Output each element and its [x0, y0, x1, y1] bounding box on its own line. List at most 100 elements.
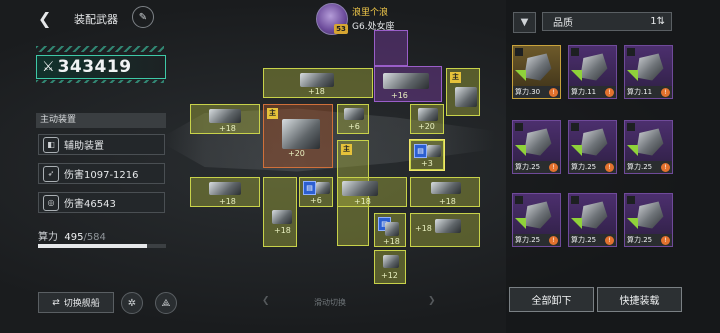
weapon-icon [383, 73, 429, 89]
module-chip-icon: ▤ [303, 181, 316, 195]
corner-mark [571, 196, 579, 204]
slot-3[interactable]: 主 +20 [263, 104, 333, 168]
pencil-icon[interactable]: ✎ [132, 6, 154, 28]
weapon-icon [300, 73, 334, 87]
upgrade-marker-icon [571, 218, 582, 229]
weapon-icon [431, 182, 461, 194]
switch-ship-button[interactable]: ⇄ 切换舰船 [38, 292, 114, 313]
slot-level: +20 [418, 122, 435, 131]
alert-icon: ! [549, 163, 558, 172]
power-value: 343419 [57, 57, 132, 77]
upgrade-marker-icon [627, 145, 638, 156]
weapon-icon [418, 108, 438, 121]
slot-2[interactable]: +18 [190, 104, 260, 134]
slot-5[interactable]: +20 [410, 104, 444, 134]
switch-ship-label: 切换舰船 [63, 299, 100, 309]
capacity-name: 算力 [38, 232, 58, 243]
sort-toggle-icon[interactable]: 1⇅ [650, 16, 665, 27]
stat-label: 伤害1097-1216 [64, 170, 139, 181]
weapon-icon [344, 108, 364, 120]
formation-icon[interactable]: ✲ [121, 292, 143, 314]
slot-level: +18 [219, 124, 236, 133]
inventory-card[interactable]: 算力.30! [512, 45, 561, 99]
weapon-icon [385, 222, 399, 236]
inventory-card[interactable]: 算力.25! [512, 193, 561, 247]
slot-level: +18 [439, 197, 456, 206]
alert-icon: ! [605, 88, 614, 97]
stat-label: 辅助装置 [64, 141, 104, 152]
slide-hint: 滑动切换 [314, 298, 346, 307]
inventory-card[interactable]: 算力.25! [568, 193, 617, 247]
slot-9[interactable]: +18 [337, 177, 407, 207]
weapon-icon [272, 210, 292, 224]
player-name: 浪里个浪 [352, 8, 389, 18]
unequip-all-button[interactable]: 全部卸下 [509, 287, 594, 312]
quick-equip-button[interactable]: 快捷装载 [597, 287, 682, 312]
slot-8[interactable]: ▤ +6 [299, 177, 333, 207]
slot-13[interactable]: +18 [410, 213, 480, 247]
slot-purple-top[interactable] [374, 30, 408, 66]
slot-6[interactable]: ▤ +3 [409, 139, 445, 171]
capacity-bar [38, 244, 166, 248]
corner-mark [515, 196, 523, 204]
inventory-card[interactable]: 算力.11! [568, 45, 617, 99]
alert-icon: ! [549, 88, 558, 97]
slot-level: +6 [348, 122, 360, 131]
main-tag: 主 [267, 108, 278, 119]
page-title: 装配武器 [74, 13, 118, 26]
slot-level: +12 [381, 271, 398, 280]
upgrade-marker-icon [515, 145, 526, 156]
slot-7[interactable]: +18 [190, 177, 260, 207]
alert-icon: ! [661, 163, 670, 172]
stat-label: 伤害46543 [64, 199, 116, 210]
stat-row-shield[interactable]: ◎ 伤害46543 [38, 192, 165, 213]
alert-icon: ! [661, 236, 670, 245]
capacity-label: 算力 495/584 [38, 228, 106, 243]
weapon-icon [383, 255, 399, 268]
player-level: 53 [334, 24, 348, 34]
alert-icon: ! [661, 88, 670, 97]
upgrade-marker-icon [515, 70, 526, 81]
slot-4[interactable]: +6 [337, 104, 369, 134]
stat-row-device[interactable]: ◧ 辅助装置 [38, 134, 165, 155]
corner-mark [571, 48, 579, 56]
slot-11[interactable]: +18 [263, 177, 297, 247]
alert-icon: ! [605, 236, 614, 245]
slot-10[interactable]: +18 [410, 177, 480, 207]
upgrade-marker-icon [627, 70, 638, 81]
upgrade-marker-icon [515, 218, 526, 229]
sort-dropdown[interactable]: 品质 1⇅ [542, 12, 672, 31]
corner-mark [627, 48, 635, 56]
corner-mark [627, 123, 635, 131]
capacity-total: /584 [83, 232, 106, 243]
slot-level: +3 [421, 159, 433, 168]
back-arrow-icon[interactable]: ❮ [38, 9, 51, 28]
weapon-icon [435, 219, 461, 233]
weapon-icon [209, 109, 241, 123]
filter-icon[interactable]: ▼ [513, 12, 536, 33]
slot-0[interactable]: +18 [263, 68, 373, 98]
slot-1[interactable]: +16 [374, 66, 442, 102]
main-tag: 主 [341, 144, 352, 155]
corner-mark [571, 123, 579, 131]
slot-level: +18 [383, 237, 400, 246]
decor-stripes-bottom [36, 80, 164, 83]
slot-top-right[interactable]: 主 [446, 68, 480, 116]
inventory-card[interactable]: 算力.25! [624, 120, 673, 174]
weapon-icon [427, 145, 441, 157]
weapon-icon [455, 87, 477, 107]
slot-14[interactable]: +12 [374, 250, 406, 284]
slot-12[interactable]: ▤ +18 [374, 213, 406, 247]
inventory-card[interactable]: 算力.25! [624, 193, 673, 247]
ship-mode-icon[interactable]: ⟁ [155, 292, 177, 314]
inventory-card[interactable]: 算力.11! [624, 45, 673, 99]
device-icon: ◧ [43, 136, 59, 153]
inventory-card[interactable]: 算力.25! [512, 120, 561, 174]
module-chip-icon: ▤ [414, 144, 427, 158]
slot-level: +6 [310, 196, 322, 205]
corner-mark [515, 123, 523, 131]
stat-row-damage[interactable]: ➶ 伤害1097-1216 [38, 163, 165, 184]
weapon-icon [209, 182, 241, 195]
section-title: 主动装置 [36, 113, 166, 128]
inventory-card[interactable]: 算力.25! [568, 120, 617, 174]
